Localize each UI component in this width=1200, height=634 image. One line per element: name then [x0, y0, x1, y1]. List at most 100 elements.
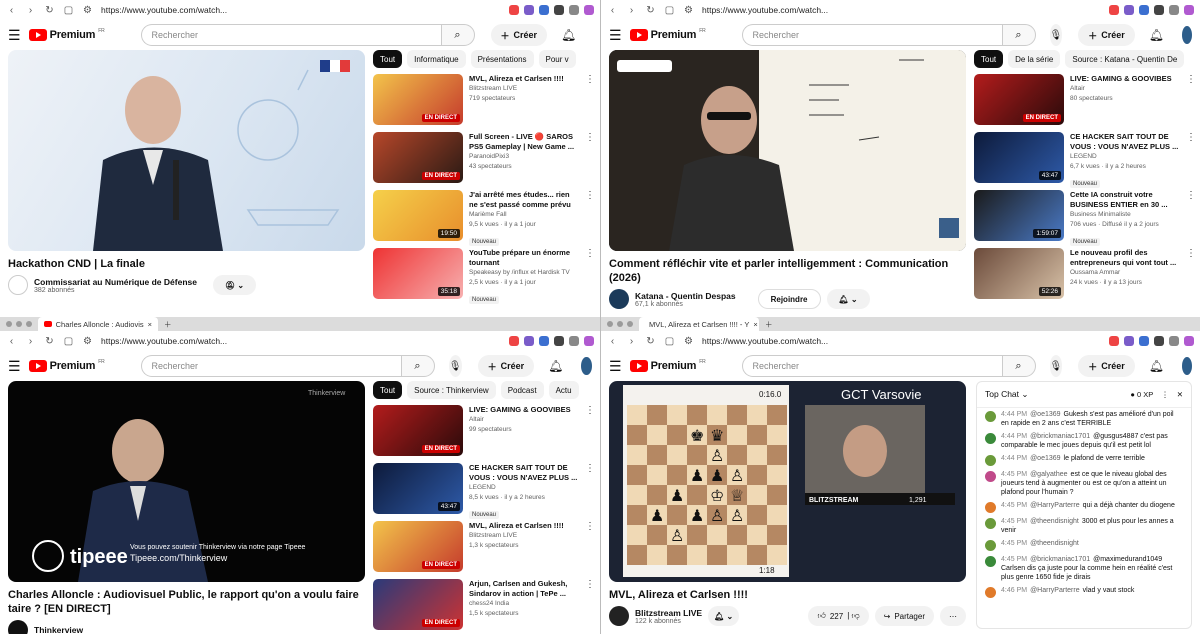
recommendation-item[interactable]: EN DIRECT LIVE: GAMING & GOOVIBES Altair 9… [373, 405, 595, 457]
recommendation-item[interactable]: 35:18 YouTube prépare un énorme tournant… [373, 248, 595, 304]
avatar[interactable] [1181, 26, 1192, 44]
close-icon[interactable]: ✕ [1177, 390, 1183, 399]
channel-avatar[interactable] [609, 289, 629, 309]
rec-channel[interactable]: Business Minimaliste [1070, 210, 1180, 220]
recommendation-item[interactable]: 19:50 J'ai arrêté mes études... rien ne … [373, 190, 595, 246]
notification-bell-button[interactable]: 🔕︎ ⌄ [212, 275, 257, 295]
chip[interactable]: De la série [1008, 50, 1061, 68]
ext-icon[interactable] [1184, 336, 1194, 346]
rec-title[interactable]: YouTube prépare un énorme tournant [469, 248, 579, 268]
more-icon[interactable]: ⋮ [1186, 248, 1196, 300]
search-input[interactable]: Rechercher [140, 24, 441, 46]
channel-name[interactable]: Thinkerview [34, 625, 83, 634]
youtube-logo[interactable]: Premium FR [28, 28, 105, 41]
chip[interactable]: Source : Katana - Quentin De [1065, 50, 1185, 68]
youtube-logo[interactable]: Premium FR [629, 28, 706, 41]
ext-icon[interactable] [509, 5, 519, 15]
url-text[interactable]: https://www.youtube.com/watch... [101, 336, 227, 346]
thumbnail[interactable]: 35:18 [373, 248, 463, 299]
chat-user[interactable]: @theendisnight [1030, 540, 1079, 547]
ext-icon[interactable] [569, 336, 579, 346]
channel-avatar[interactable] [8, 275, 28, 295]
recommendation-item[interactable]: EN DIRECT LIVE: GAMING & GOOVIBES Altair 8… [974, 74, 1196, 126]
menu-icon[interactable]: ☰ [8, 358, 21, 375]
chat-avatar[interactable] [985, 455, 996, 466]
more-icon[interactable]: ⋮ [585, 463, 595, 515]
recommendation-item[interactable]: 1:59:07 Cette IA construit votre BUSINES… [974, 190, 1196, 246]
notification-bell-button[interactable]: 🔔︎ ⌄ [708, 606, 740, 626]
thumbnail[interactable]: EN DIRECT [373, 405, 463, 456]
bell-icon[interactable]: 🔔︎ [1149, 28, 1164, 42]
create-button[interactable]: ＋ Créer [477, 355, 535, 377]
chip[interactable]: Source : Thinkerview [407, 381, 496, 399]
recommendation-item[interactable]: EN DIRECT MVL, Alireza et Carlsen !!!! Bl… [373, 521, 595, 573]
chat-avatar[interactable] [985, 433, 996, 444]
back-icon[interactable]: ‹ [6, 336, 17, 347]
chip[interactable]: Actu [548, 381, 579, 399]
more-icon[interactable]: ⋮ [1186, 132, 1196, 184]
chat-user[interactable]: @oe1369 [1030, 411, 1060, 418]
menu-icon[interactable]: ☰ [8, 27, 21, 44]
like-button[interactable]: 👍︎ 227 | 👎︎ [808, 606, 869, 626]
forward-icon[interactable]: › [626, 336, 637, 347]
rec-channel[interactable]: Altair [469, 415, 579, 425]
chat-user[interactable]: @HarryParterre [1030, 502, 1080, 509]
more-icon[interactable]: ⋮ [585, 248, 595, 300]
youtube-logo[interactable]: Premium FR [28, 359, 105, 372]
more-actions-button[interactable]: ⋯ [940, 606, 966, 626]
chat-user[interactable]: @theendisnight [1030, 518, 1079, 525]
chip[interactable]: Pour v [538, 50, 576, 68]
join-button[interactable]: Rejoindre [757, 289, 821, 309]
rec-title[interactable]: Arjun, Carlsen and Gukesh, Sindarov in a… [469, 579, 579, 599]
browser-tab[interactable]: MVL, Alireza et Carlsen !!!! - Y × [639, 317, 759, 331]
create-button[interactable]: ＋ Créer [1078, 24, 1135, 46]
avatar[interactable] [581, 357, 592, 375]
settings-icon[interactable]: ⚙ [82, 5, 93, 16]
ext-icon[interactable] [1109, 5, 1119, 15]
more-icon[interactable]: ⋮ [585, 521, 595, 573]
browser-tab[interactable]: Charles Alloncle : Audiovis × [38, 317, 158, 331]
ext-icon[interactable] [509, 336, 519, 346]
channel-name[interactable]: Blitzstream LIVE [635, 608, 702, 618]
mic-icon[interactable]: 🎙︎ [1049, 24, 1063, 46]
recommendation-item[interactable]: EN DIRECT MVL, Alireza et Carlsen !!!! Bl… [373, 74, 595, 126]
menu-icon[interactable]: ☰ [609, 358, 622, 375]
ext-icon[interactable] [524, 336, 534, 346]
search-icon[interactable]: ⌕ [440, 24, 475, 46]
chip[interactable]: Podcast [500, 381, 544, 399]
bell-icon[interactable]: 🔔︎ [561, 28, 576, 42]
settings-icon[interactable]: ⚙ [82, 336, 93, 347]
ext-icon[interactable] [1124, 5, 1134, 15]
rec-title[interactable]: Le nouveau profil des entrepreneurs qui … [1070, 248, 1180, 268]
search-icon[interactable]: ⌕ [400, 355, 435, 377]
rec-channel[interactable]: chess24 India [469, 599, 579, 609]
back-icon[interactable]: ‹ [6, 5, 17, 16]
channel-avatar[interactable] [8, 620, 28, 634]
youtube-logo[interactable]: Premium FR [629, 359, 706, 372]
more-icon[interactable]: ⋮ [585, 132, 595, 184]
rec-title[interactable]: CE HACKER SAIT TOUT DE VOUS : VOUS N'AVE… [1070, 132, 1180, 152]
more-icon[interactable]: ⋮ [1161, 390, 1169, 399]
chip[interactable]: Tout [974, 50, 1004, 68]
thumbnail[interactable]: EN DIRECT [373, 74, 463, 125]
chat-user[interactable]: @HarryParterre [1030, 587, 1080, 594]
video-player[interactable] [609, 50, 966, 251]
chip[interactable]: Tout [373, 50, 403, 68]
more-icon[interactable]: ⋮ [1186, 190, 1196, 242]
chat-avatar[interactable] [985, 502, 996, 513]
ext-icon[interactable] [1169, 336, 1179, 346]
recommendation-item[interactable]: EN DIRECT Full Screen - LIVE 🔴 SAROS PS5… [373, 132, 595, 184]
url-text[interactable]: https://www.youtube.com/watch... [702, 5, 828, 15]
forward-icon[interactable]: › [25, 336, 36, 347]
rec-channel[interactable]: Speakeasy by /influx et Hardisk TV [469, 268, 579, 278]
chat-avatar[interactable] [985, 411, 996, 422]
rec-title[interactable]: MVL, Alireza et Carlsen !!!! [469, 74, 579, 84]
chat-user[interactable]: @galyathee [1030, 471, 1067, 478]
new-tab-icon[interactable]: ＋ [765, 319, 773, 330]
rec-channel[interactable]: ParanoidPixi3 [469, 152, 579, 162]
search-input[interactable]: Rechercher [741, 24, 1002, 46]
chat-avatar[interactable] [985, 518, 996, 529]
chat-user[interactable]: @brickmaniac1701 [1030, 556, 1090, 563]
thumbnail[interactable]: EN DIRECT [373, 132, 463, 183]
video-player[interactable]: ♚ ♛ ♙ ♙ ♔ ♕ ♟ ♟ ♟ ♟ ♟ ♙ ♙ ♙ 0:16.0 1:18 GCT Varsovie BLIT… [609, 381, 966, 582]
